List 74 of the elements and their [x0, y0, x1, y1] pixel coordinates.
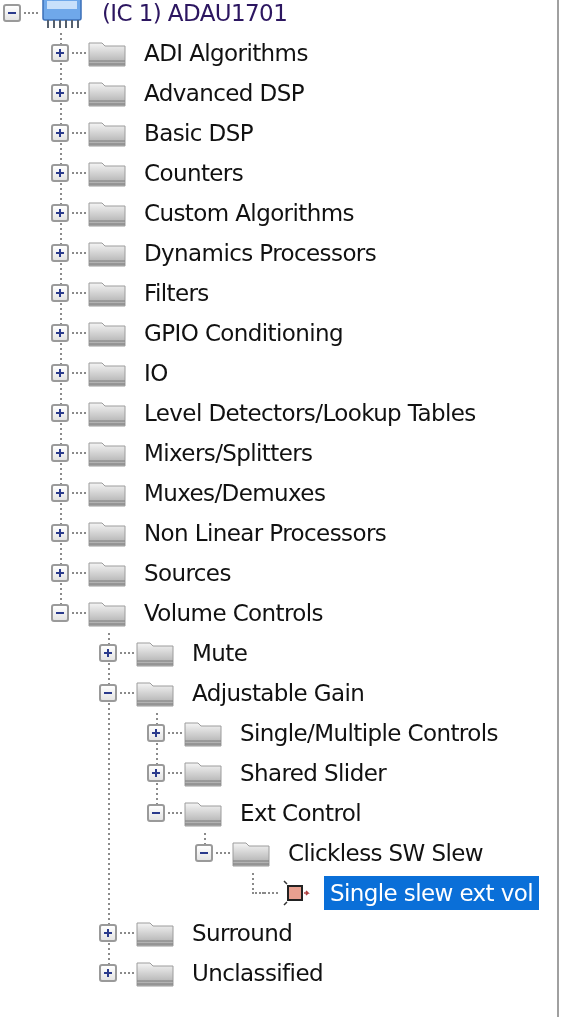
folder-icon — [184, 799, 222, 827]
tree-item[interactable]: Mute — [186, 636, 254, 670]
tree-item[interactable]: Single slew ext vol — [324, 876, 540, 910]
tree-item[interactable]: ADI Algorithms — [138, 36, 314, 70]
folder-icon — [88, 479, 126, 507]
tree-item[interactable]: Counters — [138, 156, 250, 190]
tree-item[interactable]: GPIO Conditioning — [138, 316, 349, 350]
expand-icon[interactable] — [51, 444, 69, 462]
tree-item[interactable]: Clickless SW Slew — [282, 836, 490, 870]
tree-item[interactable]: Dynamics Processors — [138, 236, 383, 270]
expand-icon[interactable] — [51, 364, 69, 382]
folder-icon — [136, 679, 174, 707]
tree-item[interactable]: Sources — [138, 556, 237, 590]
tree-item[interactable]: Adjustable Gain — [186, 676, 371, 710]
folder-icon — [184, 759, 222, 787]
collapse-icon[interactable] — [195, 844, 213, 862]
tree-item[interactable]: Non Linear Processors — [138, 516, 393, 550]
folder-icon — [88, 359, 126, 387]
tree-item[interactable]: (IC 1) ADAU1701 — [96, 0, 294, 30]
collapse-icon[interactable] — [51, 604, 69, 622]
expand-icon[interactable] — [51, 524, 69, 542]
expand-icon[interactable] — [51, 164, 69, 182]
expand-icon[interactable] — [51, 564, 69, 582]
expand-icon[interactable] — [99, 964, 117, 982]
folder-icon — [184, 719, 222, 747]
collapse-icon[interactable] — [147, 804, 165, 822]
expand-icon[interactable] — [51, 44, 69, 62]
folder-icon — [88, 279, 126, 307]
expand-icon[interactable] — [147, 764, 165, 782]
tree-item[interactable]: Level Detectors/Lookup Tables — [138, 396, 482, 430]
folder-icon — [88, 199, 126, 227]
collapse-icon[interactable] — [99, 684, 117, 702]
expand-icon[interactable] — [51, 244, 69, 262]
expand-icon[interactable] — [99, 924, 117, 942]
folder-icon — [136, 639, 174, 667]
expand-icon[interactable] — [51, 84, 69, 102]
tree-item[interactable]: Advanced DSP — [138, 76, 310, 110]
tree-item[interactable]: Ext Control — [234, 796, 367, 830]
folder-icon — [232, 839, 270, 867]
folder-icon — [88, 159, 126, 187]
folder-icon — [88, 519, 126, 547]
folder-icon — [88, 439, 126, 467]
tree-item[interactable]: IO — [138, 356, 174, 390]
expand-icon[interactable] — [51, 404, 69, 422]
folder-icon — [88, 239, 126, 267]
folder-icon — [88, 79, 126, 107]
expand-icon[interactable] — [147, 724, 165, 742]
tree-item[interactable]: Single/Multiple Controls — [234, 716, 504, 750]
tree-item[interactable]: Muxes/Demuxes — [138, 476, 332, 510]
collapse-icon[interactable] — [3, 4, 21, 22]
folder-icon — [88, 399, 126, 427]
folder-icon — [88, 319, 126, 347]
folder-icon — [88, 119, 126, 147]
folder-icon — [88, 599, 126, 627]
tree-item[interactable]: Filters — [138, 276, 215, 310]
folder-icon — [88, 559, 126, 587]
tree-item[interactable]: Surround — [186, 916, 299, 950]
expand-icon[interactable] — [99, 644, 117, 662]
block-icon — [280, 878, 312, 908]
expand-icon[interactable] — [51, 204, 69, 222]
tree-item[interactable]: Mixers/Splitters — [138, 436, 319, 470]
folder-icon — [136, 919, 174, 947]
tree-item[interactable]: Custom Algorithms — [138, 196, 360, 230]
chip-icon — [40, 0, 84, 30]
expand-icon[interactable] — [51, 324, 69, 342]
expand-icon[interactable] — [51, 124, 69, 142]
tree-item[interactable]: Basic DSP — [138, 116, 259, 150]
tree-item[interactable]: Shared Slider — [234, 756, 393, 790]
tree-item[interactable]: Volume Controls — [138, 596, 329, 630]
folder-icon — [88, 39, 126, 67]
folder-icon — [136, 959, 174, 987]
expand-icon[interactable] — [51, 284, 69, 302]
tree-item[interactable]: Unclassified — [186, 956, 329, 990]
expand-icon[interactable] — [51, 484, 69, 502]
